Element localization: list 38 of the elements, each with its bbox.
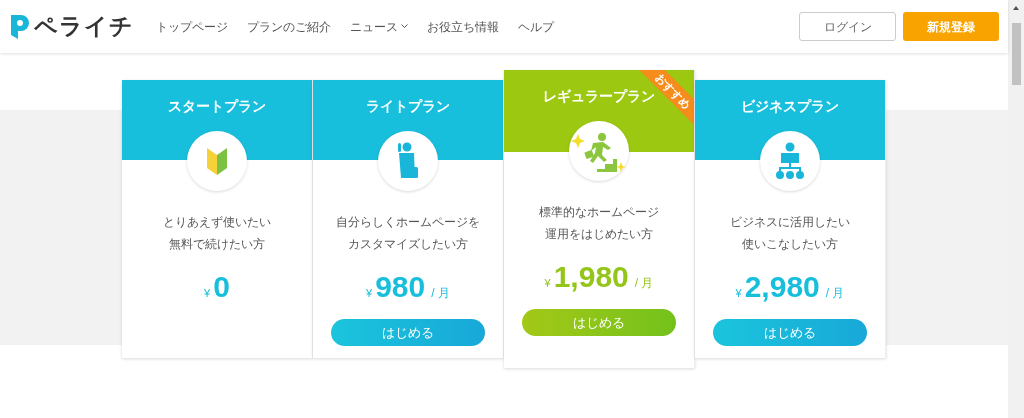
currency-symbol: ¥ (544, 276, 551, 291)
plan-price: 2,980 (744, 269, 820, 305)
plan-description: 自分らしくホームページを (336, 214, 480, 231)
scrollbar[interactable] (1008, 0, 1024, 418)
nav-link[interactable]: トップページ (156, 17, 228, 36)
plan-price: 0 (213, 269, 230, 305)
plan-description: 無料で続けたい方 (169, 236, 265, 253)
plan-name: ビジネスプラン (741, 97, 839, 116)
nav-link[interactable]: お役立ち情報 (427, 17, 499, 36)
plan-description: とりあえず使いたい (163, 214, 271, 231)
scroll-thumb[interactable] (1011, 23, 1021, 85)
price-unit: / 月 (825, 285, 845, 302)
plan-description: 使いこなしたい方 (742, 236, 838, 253)
login-button[interactable]: ログイン (799, 12, 896, 41)
plan-price: 980 (375, 269, 426, 305)
plan-description: 標準的なホームページ (539, 204, 659, 221)
caret-icon (401, 24, 408, 29)
plan-price: 1,980 (553, 259, 629, 295)
logo-text[interactable]: ペライチ (34, 9, 134, 44)
currency-symbol: ¥ (366, 286, 373, 301)
price-unit: / 月 (431, 285, 450, 302)
beginner-mark-icon (206, 146, 228, 176)
nav-link[interactable]: プランのご紹介 (247, 17, 331, 36)
nav-link[interactable]: ヘルプ (518, 17, 554, 36)
currency-symbol: ¥ (735, 286, 742, 301)
plan-name: ライトプラン (366, 97, 450, 116)
scroll-up-icon[interactable] (1012, 5, 1020, 11)
nav-link[interactable]: ニュース (350, 17, 408, 36)
plan-description: カスタマイズしたい方 (348, 236, 468, 253)
logo-icon (8, 12, 30, 41)
org-chart-icon (774, 142, 806, 180)
plan-description: ビジネスに活用したい (730, 214, 850, 231)
businessman-icon (396, 142, 420, 180)
price-unit: / 月 (634, 275, 654, 292)
plan-description: 運用をはじめたい方 (545, 226, 653, 243)
plan-name: レギュラープラン (543, 87, 655, 106)
currency-symbol: ¥ (204, 286, 211, 301)
plan-name: スタートプラン (168, 97, 266, 116)
